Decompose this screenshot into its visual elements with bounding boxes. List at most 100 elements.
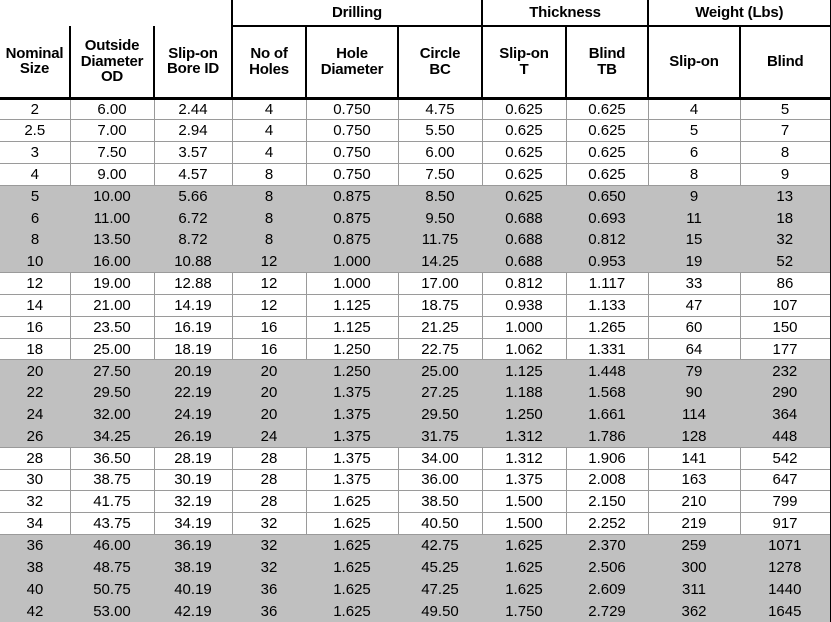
cell-nominal_size: 42 xyxy=(0,600,70,622)
column-header-line2: TB xyxy=(597,60,617,78)
column-header-line2: T xyxy=(519,60,529,78)
cell-outside_diameter_od: 34.25 xyxy=(70,425,154,448)
cell-weight_slip_on: 79 xyxy=(648,359,741,382)
column-header-nominal-size: Nominal Size xyxy=(0,26,71,100)
cell-outside_diameter_od: 21.00 xyxy=(70,294,155,317)
table-row: 5 10.00 5.66 8 0.875 8.50 0.625 0.650 9 13 xyxy=(0,184,831,208)
cell-thickness_slip_on_t: 1.625 xyxy=(482,534,566,557)
cell-thickness_slip_on_t: 1.625 xyxy=(482,556,566,579)
cell-outside_diameter_od: 25.00 xyxy=(70,338,155,361)
column-header-line1: Slip-on xyxy=(499,45,549,63)
cell-outside_diameter_od: 29.50 xyxy=(70,381,154,404)
group-header-drilling: Drilling xyxy=(231,0,483,27)
cell-no_of_holes: 12 xyxy=(232,294,307,317)
cell-hole_diameter: 1.000 xyxy=(306,250,398,273)
cell-outside_diameter_od: 32.00 xyxy=(70,403,154,426)
column-header-line2: Bore ID xyxy=(167,60,219,78)
cell-weight_slip_on: 114 xyxy=(648,403,741,426)
cell-hole_diameter: 0.875 xyxy=(306,228,398,251)
cell-thickness_blind_tb: 0.650 xyxy=(566,184,649,208)
cell-weight_blind: 917 xyxy=(740,512,831,536)
cell-thickness_blind_tb: 0.812 xyxy=(566,228,649,251)
cell-nominal_size: 14 xyxy=(0,294,71,317)
column-header-weight-slip-on: Slip-on xyxy=(648,26,742,100)
cell-hole_diameter: 1.625 xyxy=(306,600,398,622)
cell-circle_bc: 7.50 xyxy=(398,163,483,186)
cell-thickness_slip_on_t: 0.688 xyxy=(482,228,566,251)
cell-nominal_size: 36 xyxy=(0,534,70,557)
column-header-slip-on-bore-id: Slip-on Bore ID xyxy=(154,26,233,100)
group-header-weight: Weight (Lbs) xyxy=(648,0,831,27)
cell-outside_diameter_od: 6.00 xyxy=(70,98,155,121)
cell-no_of_holes: 32 xyxy=(232,556,306,579)
column-header-line3: OD xyxy=(100,67,124,85)
cell-thickness_blind_tb: 2.729 xyxy=(566,600,649,622)
column-header-line2: Diameter xyxy=(320,60,384,78)
table-row: 20 27.50 20.19 20 1.250 25.00 1.125 1.448 79 232 xyxy=(0,359,831,382)
cell-nominal_size: 20 xyxy=(0,359,70,382)
table-row: 14 21.00 14.19 12 1.125 18.75 0.938 1.133 47 107 xyxy=(0,294,831,317)
cell-hole_diameter: 1.000 xyxy=(306,272,399,295)
cell-slip_on_bore_id: 36.19 xyxy=(154,534,232,557)
table-row: 24 32.00 24.19 20 1.375 29.50 1.250 1.661 114 364 xyxy=(0,403,831,426)
cell-thickness_blind_tb: 0.625 xyxy=(566,98,649,121)
column-header-line1: Slip-on xyxy=(669,53,719,71)
cell-nominal_size: 4 xyxy=(0,163,71,186)
cell-thickness_blind_tb: 1.568 xyxy=(566,381,649,404)
cell-thickness_slip_on_t: 0.625 xyxy=(482,119,567,143)
cell-nominal_size: 26 xyxy=(0,425,70,448)
cell-weight_slip_on: 210 xyxy=(648,490,741,514)
cell-weight_blind: 364 xyxy=(740,403,831,426)
cell-slip_on_bore_id: 2.94 xyxy=(154,119,233,143)
cell-nominal_size: 30 xyxy=(0,469,71,492)
cell-thickness_blind_tb: 1.448 xyxy=(566,359,649,382)
cell-no_of_holes: 4 xyxy=(232,141,307,164)
column-header-line1: Circle xyxy=(419,45,461,63)
cell-slip_on_bore_id: 3.57 xyxy=(154,141,233,164)
table-row: 16 23.50 16.19 16 1.125 21.25 1.000 1.265 60 150 xyxy=(0,316,831,339)
column-header-line1: Blind xyxy=(767,53,804,71)
cell-thickness_blind_tb: 1.661 xyxy=(566,403,649,426)
group-header-blank-od xyxy=(70,0,154,26)
cell-no_of_holes: 20 xyxy=(232,381,306,404)
cell-outside_diameter_od: 16.00 xyxy=(70,250,154,273)
cell-no_of_holes: 4 xyxy=(232,119,307,143)
cell-no_of_holes: 12 xyxy=(232,272,307,295)
cell-no_of_holes: 8 xyxy=(232,207,306,229)
cell-no_of_holes: 24 xyxy=(232,425,306,448)
cell-weight_slip_on: 259 xyxy=(648,534,741,557)
cell-circle_bc: 18.75 xyxy=(398,294,483,317)
table-row: 3 7.50 3.57 4 0.750 6.00 0.625 0.625 6 8 xyxy=(0,141,831,164)
cell-outside_diameter_od: 13.50 xyxy=(70,228,154,251)
cell-hole_diameter: 1.375 xyxy=(306,425,398,448)
cell-thickness_blind_tb: 1.331 xyxy=(566,338,649,361)
column-header-circle-bc: Circle BC xyxy=(398,26,483,100)
table-row: 6 11.00 6.72 8 0.875 9.50 0.688 0.693 11 18 xyxy=(0,207,831,229)
cell-thickness_blind_tb: 0.625 xyxy=(566,163,649,186)
cell-slip_on_bore_id: 42.19 xyxy=(154,600,232,622)
cell-circle_bc: 42.75 xyxy=(398,534,482,557)
table-row: 8 13.50 8.72 8 0.875 11.75 0.688 0.812 15 32 xyxy=(0,228,831,251)
column-header-hole-diameter: Hole Diameter xyxy=(306,26,399,100)
column-header-line1: Slip-on xyxy=(168,44,218,62)
cell-thickness_slip_on_t: 1.375 xyxy=(482,469,567,492)
cell-outside_diameter_od: 23.50 xyxy=(70,316,155,339)
table-row: 2 6.00 2.44 4 0.750 4.75 0.625 0.625 4 5 xyxy=(0,98,831,121)
cell-slip_on_bore_id: 32.19 xyxy=(154,490,233,514)
cell-outside_diameter_od: 10.00 xyxy=(70,184,154,208)
flange-spec-table-sheet: Drilling Thickness Weight (Lbs) Nominal … xyxy=(0,0,831,622)
cell-nominal_size: 16 xyxy=(0,316,71,339)
cell-weight_blind: 18 xyxy=(740,207,831,229)
cell-hole_diameter: 0.750 xyxy=(306,98,399,121)
cell-hole_diameter: 0.750 xyxy=(306,119,399,143)
cell-weight_slip_on: 362 xyxy=(648,600,741,622)
table-row: 4 9.00 4.57 8 0.750 7.50 0.625 0.625 8 9 xyxy=(0,163,831,186)
cell-weight_blind: 290 xyxy=(740,381,831,404)
cell-thickness_slip_on_t: 0.688 xyxy=(482,250,566,273)
table-row: 2.5 7.00 2.94 4 0.750 5.50 0.625 0.625 5 7 xyxy=(0,119,831,143)
group-header-blank-nominal xyxy=(0,0,70,26)
cell-slip_on_bore_id: 24.19 xyxy=(154,403,232,426)
cell-no_of_holes: 20 xyxy=(232,359,306,382)
column-header-line1: Nominal xyxy=(5,44,64,62)
cell-outside_diameter_od: 50.75 xyxy=(70,578,154,601)
